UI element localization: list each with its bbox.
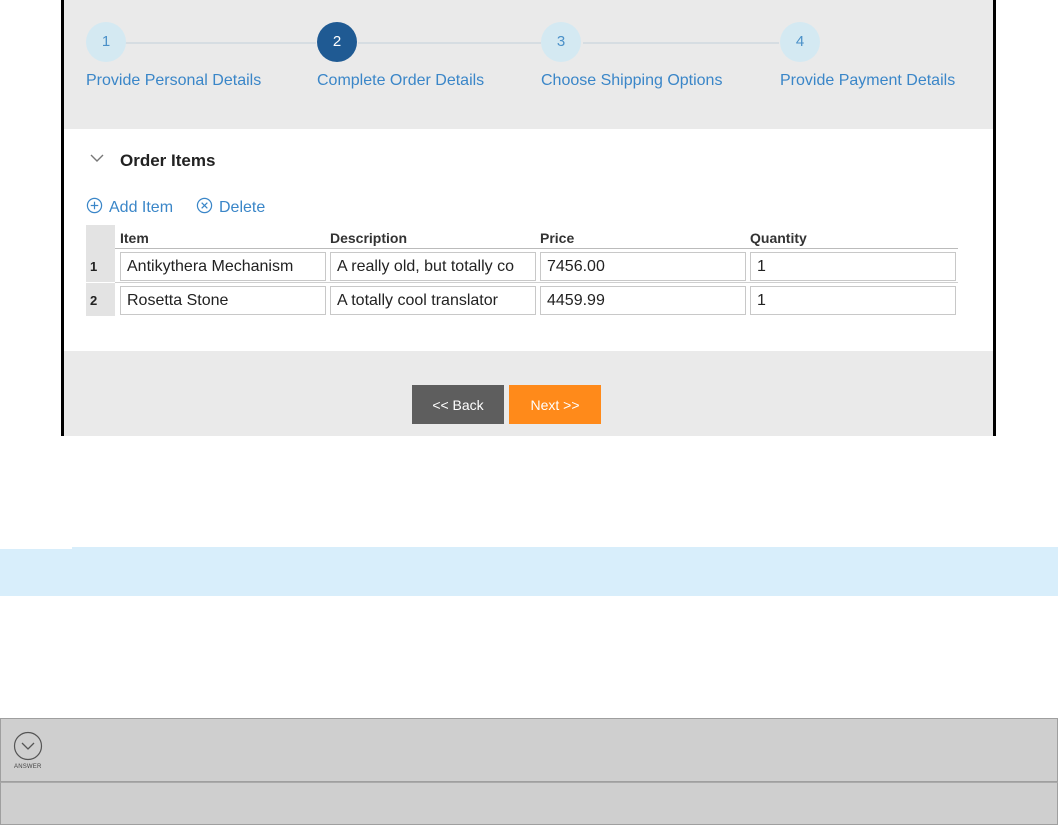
step-3-circle[interactable]: 3 — [541, 22, 581, 62]
answer-panel[interactable]: ANSWER — [0, 718, 1058, 782]
step-3-label[interactable]: Choose Shipping Options — [541, 72, 722, 90]
wizard-frame: 1 2 3 4 Provide Personal Details Complet… — [61, 0, 996, 436]
info-band — [0, 547, 1058, 596]
delete-label: Delete — [219, 199, 266, 216]
chevron-down-circle-icon[interactable] — [13, 731, 43, 761]
table-header: Item Description Price Quantity — [86, 225, 958, 249]
price-field[interactable]: 4459.99 — [540, 286, 746, 315]
wizard-steps: 1 2 3 4 Provide Personal Details Complet… — [64, 0, 993, 129]
description-field[interactable]: A totally cool translator — [330, 286, 536, 315]
price-field[interactable]: 7456.00 — [540, 252, 746, 281]
chevron-down-icon[interactable] — [90, 153, 104, 163]
order-items-table: Item Description Price Quantity 1 Antiky… — [86, 225, 958, 317]
table-row: 2 Rosetta Stone A totally cool translato… — [86, 283, 958, 317]
row-number: 2 — [86, 283, 115, 316]
header-corner — [86, 225, 115, 249]
column-header-price[interactable]: Price — [540, 230, 574, 246]
info-band-tab — [0, 543, 72, 549]
quantity-field[interactable]: 1 — [750, 252, 956, 281]
answer-label: ANSWER — [14, 764, 42, 770]
add-item-button[interactable]: Add Item — [86, 197, 173, 217]
x-circle-icon — [196, 197, 213, 214]
wizard-footer: << Back Next >> — [64, 351, 993, 436]
column-header-item[interactable]: Item — [120, 230, 149, 246]
add-item-label: Add Item — [109, 199, 174, 216]
step-connector — [583, 42, 779, 44]
quantity-field[interactable]: 1 — [750, 286, 956, 315]
next-button[interactable]: Next >> — [509, 385, 601, 424]
item-field[interactable]: Rosetta Stone — [120, 286, 326, 315]
step-2-label[interactable]: Complete Order Details — [317, 72, 484, 90]
answer-content-bar — [0, 782, 1058, 825]
description-field[interactable]: A really old, but totally co — [330, 252, 536, 281]
step-1-label[interactable]: Provide Personal Details — [86, 72, 261, 90]
column-header-description[interactable]: Description — [330, 230, 407, 246]
section-title[interactable]: Order Items — [120, 151, 215, 171]
order-items-section: Order Items Add Item Delete Item Descrip… — [64, 129, 993, 351]
step-connector — [358, 42, 541, 44]
step-4-label[interactable]: Provide Payment Details — [780, 72, 955, 90]
step-2-circle[interactable]: 2 — [317, 22, 357, 62]
step-1-circle[interactable]: 1 — [86, 22, 126, 62]
step-connector — [122, 42, 316, 44]
step-4-circle[interactable]: 4 — [780, 22, 820, 62]
table-row: 1 Antikythera Mechanism A really old, bu… — [86, 249, 958, 283]
row-number: 1 — [86, 249, 115, 282]
delete-button[interactable]: Delete — [196, 197, 265, 217]
back-button[interactable]: << Back — [412, 385, 504, 424]
item-field[interactable]: Antikythera Mechanism — [120, 252, 326, 281]
plus-circle-icon — [86, 197, 103, 214]
column-header-quantity[interactable]: Quantity — [750, 230, 807, 246]
